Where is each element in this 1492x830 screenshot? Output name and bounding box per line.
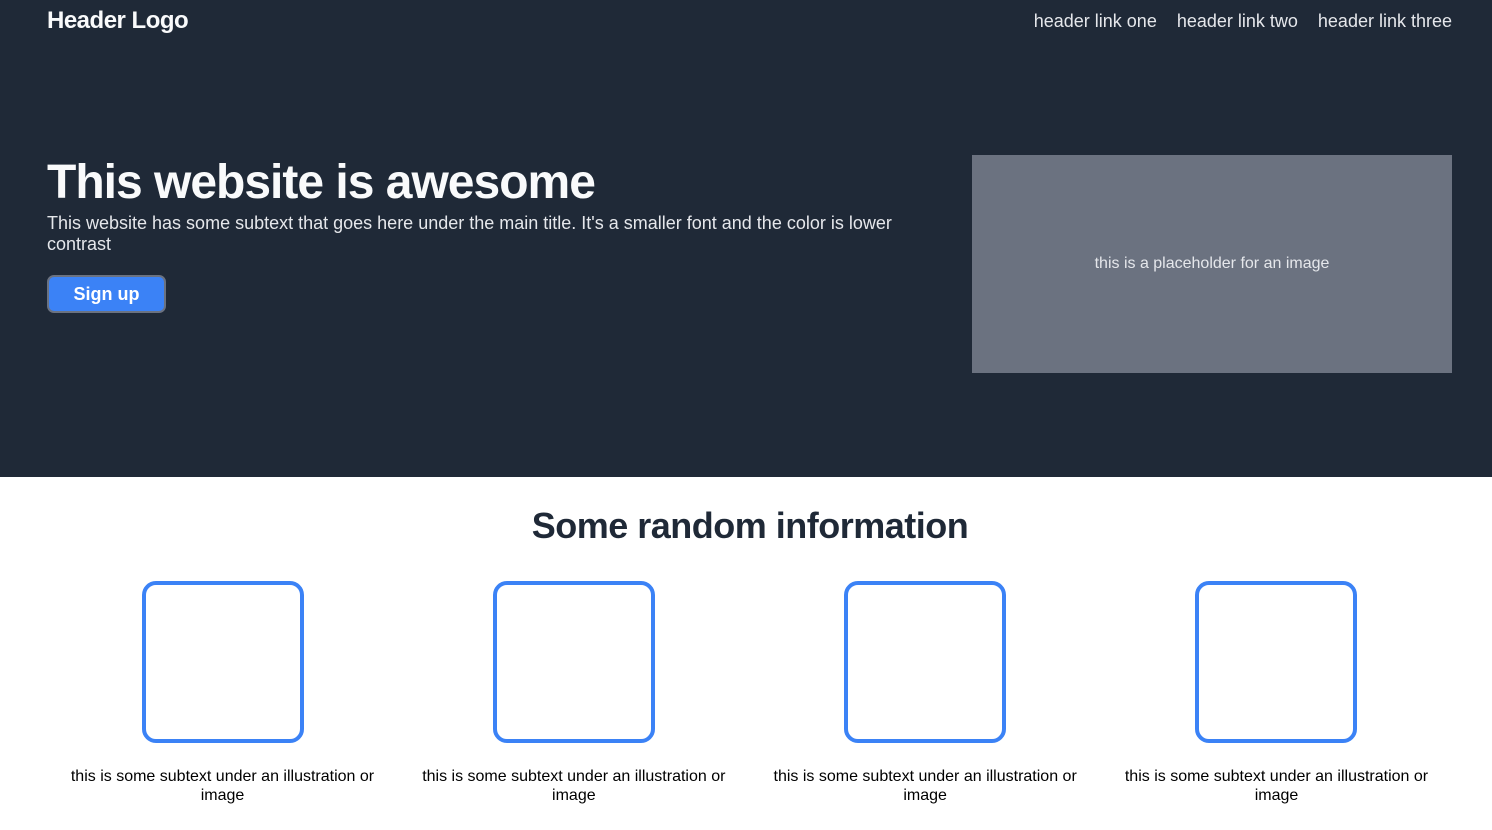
illustration-placeholder	[1195, 581, 1358, 743]
illustration-placeholder	[844, 581, 1007, 743]
header-nav: header link one header link two header l…	[1034, 11, 1452, 32]
header-logo[interactable]: Header Logo	[47, 7, 189, 35]
sign-up-button[interactable]: Sign up	[47, 275, 166, 313]
card-subtext: this is some subtext under an illustrati…	[773, 768, 1077, 804]
card-subtext: this is some subtext under an illustrati…	[70, 768, 375, 804]
site-header: Header Logo header link one header link …	[47, 6, 1452, 36]
info-card: this is some subtext under an illustrati…	[398, 581, 749, 805]
info-card: this is some subtext under an illustrati…	[1101, 581, 1452, 805]
info-card: this is some subtext under an illustrati…	[47, 581, 398, 805]
illustration-placeholder	[141, 581, 304, 743]
info-card: this is some subtext under an illustrati…	[750, 581, 1101, 805]
card-subtext: this is some subtext under an illustrati…	[1124, 768, 1429, 804]
illustration-placeholder	[492, 581, 655, 743]
image-placeholder-text: this is a placeholder for an image	[1094, 255, 1330, 272]
info-cards: this is some subtext under an illustrati…	[47, 581, 1452, 805]
hero-text-block: This website is awesome This website has…	[47, 155, 927, 313]
hero-section: Header Logo header link one header link …	[0, 0, 1492, 477]
header-link-one[interactable]: header link one	[1034, 11, 1157, 32]
header-link-two[interactable]: header link two	[1177, 11, 1298, 32]
hero-subtitle: This website has some subtext that goes …	[47, 213, 892, 254]
card-subtext: this is some subtext under an illustrati…	[422, 768, 726, 804]
info-section-title: Some random information	[531, 505, 969, 546]
hero-image-placeholder: this is a placeholder for an image	[972, 155, 1452, 373]
header-link-three[interactable]: header link three	[1318, 11, 1452, 32]
hero-title: This website is awesome	[47, 156, 596, 209]
